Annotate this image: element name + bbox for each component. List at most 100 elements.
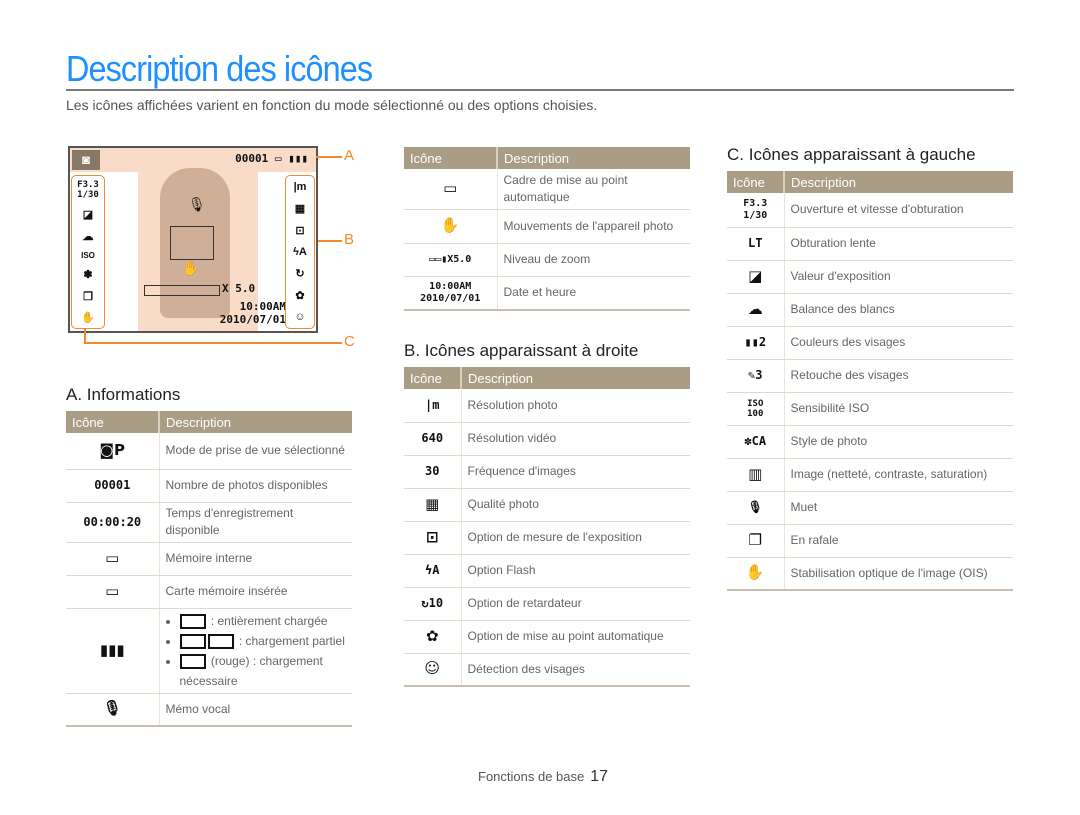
table-row: 00:00:20 Temps d'enregistrement disponibl… <box>66 502 352 543</box>
table-row: ▭ Carte mémoire insérée <box>66 575 352 609</box>
macro-icon: ✿ <box>295 290 305 303</box>
callout-a-label: A <box>344 147 355 164</box>
battery-empty-icon <box>179 653 206 669</box>
page-subtitle: Les icônes affichées varient en fonction… <box>66 97 598 113</box>
table-row: ☁ Balance des blancs <box>727 293 1013 327</box>
table-row: 640 Résolution vidéo <box>404 422 690 456</box>
table-row: ISO 100 Sensibilité ISO <box>727 392 1013 426</box>
exposure-icon: ◪ <box>727 260 785 294</box>
callout-c-vline <box>84 329 86 343</box>
right-icons-table: Icône Description |m Résolution photo 640 R… <box>404 367 690 687</box>
col-icon: Icône <box>404 147 498 169</box>
record-time-icon: 00:00:20 <box>66 502 160 543</box>
table-row: F3.3 1/30 Ouverture et vitesse d'obturatio… <box>727 193 1013 228</box>
photo-style-icon: ✽CA <box>727 425 785 459</box>
table-row: ◙P Mode de prise de vue sélectionné <box>66 433 352 470</box>
camera-mode-icon: ◙P <box>66 433 160 470</box>
frame-rate-icon: 30 <box>404 455 462 489</box>
col-icon: Icône <box>727 171 785 193</box>
callout-b-line <box>318 240 342 242</box>
table-row: LT Obturation lente <box>727 227 1013 261</box>
photo-quality-icon: ▦ <box>294 202 306 215</box>
screen-elements-table: Icône Description ▭ Cadre de mise au point… <box>404 147 690 311</box>
zoom-level-icon: ▭▭▮X5.0 <box>404 243 498 277</box>
screen-counter: 00001 ▭ ▮▮▮ <box>235 152 308 165</box>
section-c-heading: C. Icônes apparaissant à gauche <box>727 145 976 164</box>
table-row: ✋ Mouvements de l'appareil photo <box>404 209 690 244</box>
section-b-heading: B. Icônes apparaissant à droite <box>404 341 639 360</box>
table-row: ☺ Détection des visages <box>404 653 690 687</box>
face-detect-icon: ☺ <box>294 311 306 324</box>
table-row: 30 Fréquence d'images <box>404 455 690 489</box>
zoom-bar <box>144 285 220 296</box>
face-retouch-icon: ✎3 <box>727 359 785 393</box>
table-row: ◪ Valeur d'exposition <box>727 260 1013 294</box>
table-row: ✋ Stabilisation optique de l'image (OIS) <box>727 557 1013 591</box>
photo-resolution-icon: |m <box>404 389 462 423</box>
zoom-level: X 5.0 <box>222 282 256 295</box>
memory-card-icon: ▭ <box>66 575 160 609</box>
table-row: ▦ Qualité photo <box>404 488 690 522</box>
burst-icon: ❐ <box>727 524 785 558</box>
voice-memo-icon: 🎙 <box>188 196 206 212</box>
table-row: ▮▮▮ : entièrement chargée : chargement p… <box>66 608 352 694</box>
page-footer: Fonctions de base 17 <box>478 768 608 786</box>
iso-icon: ISO <box>81 250 95 260</box>
photo-resolution-icon: |m <box>293 180 307 193</box>
left-icons-column: F3.3 1/30 ◪ ☁ ISO ✽ ❐ ✋ <box>71 175 105 329</box>
informations-table: Icône Description ◙P Mode de prise de vue … <box>66 411 352 727</box>
photo-quality-icon: ▦ <box>404 488 462 522</box>
aperture-shutter-icon: F3.3 1/30 <box>727 193 785 228</box>
table-row: ▭▭▮X5.0 Niveau de zoom <box>404 243 690 277</box>
face-detect-icon: ☺ <box>404 653 462 687</box>
table-row: ▮▮2 Couleurs des visages <box>727 326 1013 360</box>
table-row: 00001 Nombre de photos disponibles <box>66 469 352 503</box>
camera-shake-icon: ✋ <box>182 260 200 276</box>
datetime-icon: 10:00AM 2010/07/01 <box>404 276 498 311</box>
iso-icon: ISO 100 <box>727 392 785 426</box>
table-row: ▭ Mémoire interne <box>66 542 352 576</box>
battery-empty-item: (rouge) : chargement nécessaire <box>179 651 347 691</box>
table-row: ▭ Cadre de mise au point automatique <box>404 169 690 210</box>
white-balance-icon: ☁ <box>82 230 94 243</box>
photo-style-icon: ✽ <box>83 269 93 282</box>
flash-icon: ϟA <box>293 245 307 258</box>
aperture-shutter-icon: F3.3 1/30 <box>77 180 99 201</box>
col-icon: Icône <box>66 411 160 433</box>
right-icons-column: |m ▦ ⊡ ϟA ↻ ✿ ☺ <box>285 175 315 329</box>
callout-c-label: C <box>344 333 355 350</box>
mute-icon: 🎙 <box>727 491 785 525</box>
video-resolution-icon: 640 <box>404 422 462 456</box>
col-icon: Icône <box>404 367 462 389</box>
image-adjust-icon: ▥ <box>727 458 785 492</box>
face-tone-icon: ▮▮2 <box>727 326 785 360</box>
ois-icon: ✋ <box>81 311 95 324</box>
metering-icon: ⊡ <box>295 224 305 237</box>
page-title: Description des icônes <box>66 48 373 89</box>
callout-b-label: B <box>344 231 355 248</box>
table-row: 🎙 Muet <box>727 491 1013 525</box>
ois-icon: ✋ <box>727 557 785 591</box>
col-desc: Description <box>497 147 690 169</box>
burst-icon: ❐ <box>83 290 93 303</box>
metering-icon: ⊡ <box>404 521 462 555</box>
battery-low-icon <box>207 633 234 649</box>
table-row: ✎3 Retouche des visages <box>727 359 1013 393</box>
af-frame-icon: ▭ <box>404 169 498 210</box>
table-row: ✽CA Style de photo <box>727 425 1013 459</box>
battery-full-item: : entièrement chargée <box>179 611 347 631</box>
footer-section: Fonctions de base <box>478 769 585 784</box>
battery-partial-item: : chargement partiel <box>179 631 347 651</box>
battery-icon: ▮▮▮ <box>66 608 160 694</box>
af-frame <box>170 226 214 260</box>
photo-count-icon: 00001 <box>66 469 160 503</box>
timer-icon: ↻ <box>295 268 305 281</box>
callout-a-line <box>316 156 342 158</box>
battery-partial-icon <box>179 633 206 649</box>
table-row: |m Résolution photo <box>404 389 690 423</box>
screen-datetime: 10:00AM 2010/07/01 <box>219 300 286 326</box>
shooting-mode-icon: ◙ <box>72 150 100 170</box>
timer-icon: ↻10 <box>404 587 462 621</box>
table-row: ❐ En rafale <box>727 524 1013 558</box>
internal-memory-icon: ▭ <box>66 542 160 576</box>
